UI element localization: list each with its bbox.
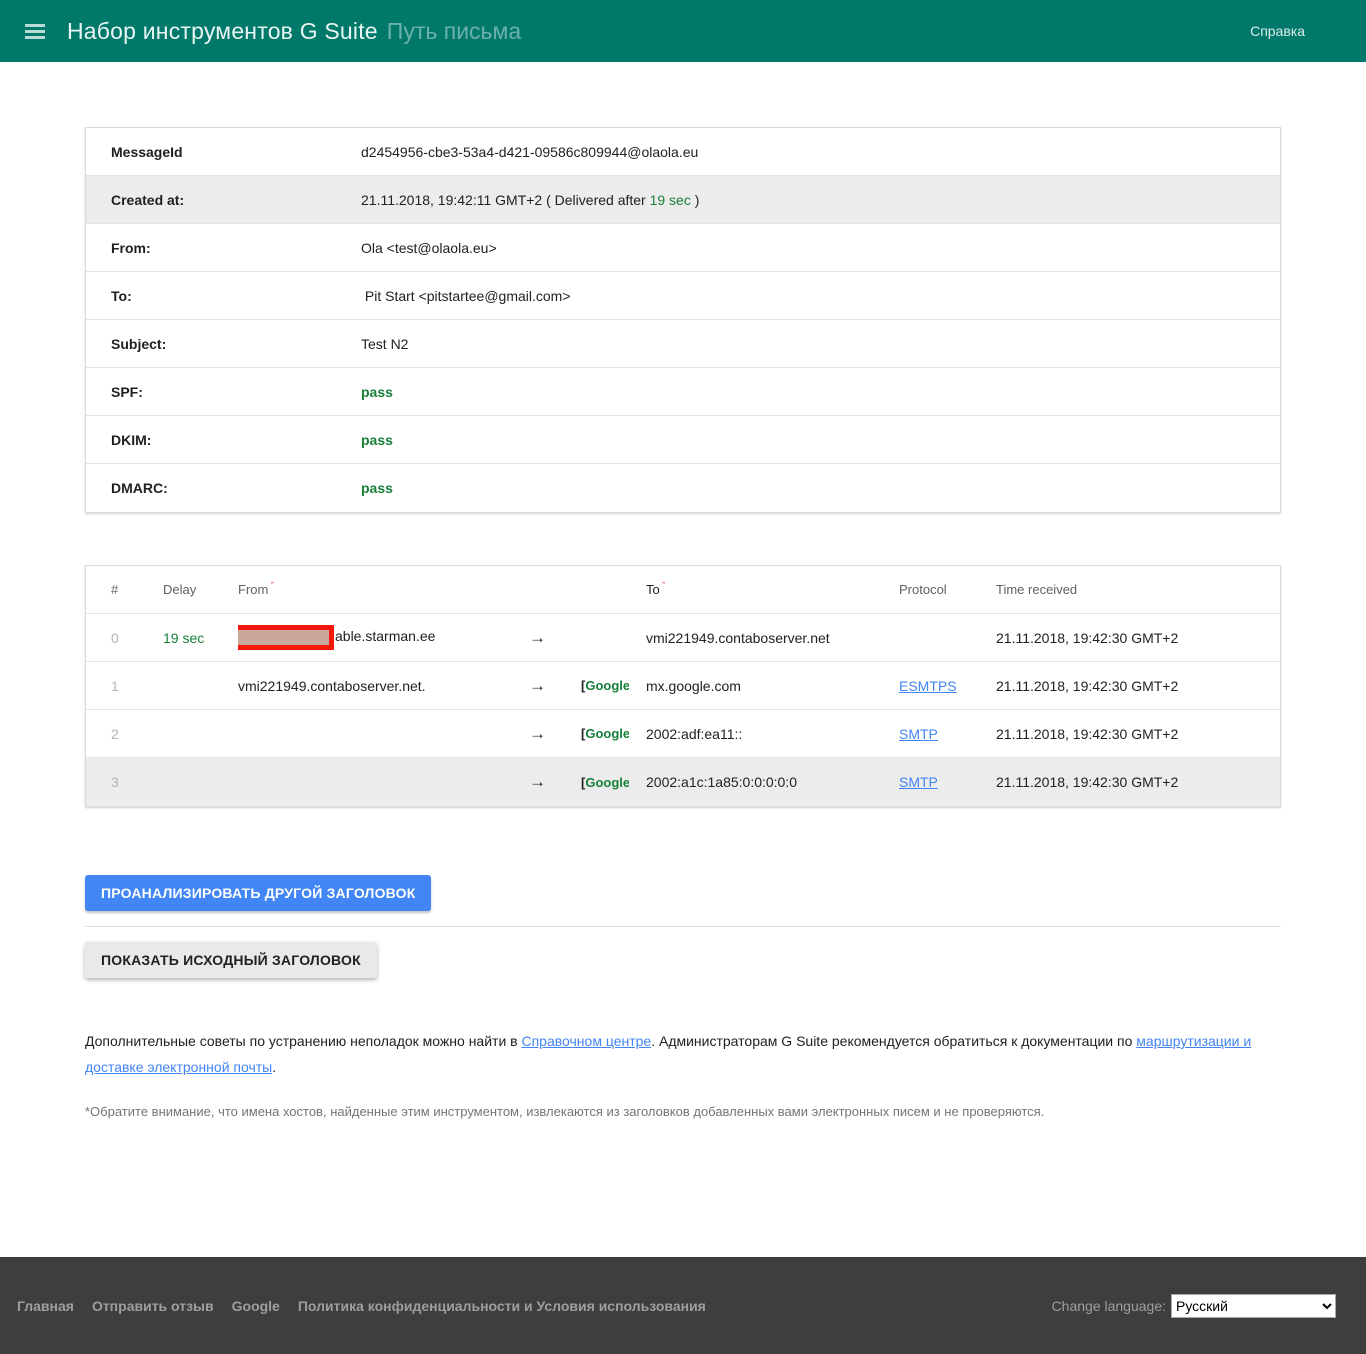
help-paragraph: Дополнительные советы по устранению непо… [85,1028,1281,1080]
protocol-link[interactable]: ESMTPS [899,678,957,694]
hop-num: 3 [86,774,163,790]
summary-row-from: From: Ola <test@olaola.eu> [86,224,1280,272]
hop-time: 21.11.2018, 19:42:30 GMT+2 [996,726,1280,742]
spf-status: pass [361,384,393,400]
hop-num: 2 [86,726,163,742]
col-header-from: From* [238,582,529,597]
hostnames-footnote: *Обратите внимание, что имена хостов, на… [85,1104,1281,1119]
google-tag: [Google] [581,775,629,790]
hop-time: 21.11.2018, 19:42:30 GMT+2 [996,774,1280,790]
redaction-box [238,625,334,650]
dkim-status: pass [361,432,393,448]
summary-value: Pit Start <pitstartee@gmail.com> [361,288,571,304]
page-footer: Главная Отправить отзыв Google Политика … [0,1257,1366,1354]
summary-label: MessageId [86,144,361,160]
arrow-icon: → [529,676,581,696]
protocol-link[interactable]: SMTP [899,774,938,790]
hop-row-0: 0 19 sec able.starman.ee → vmi221949.con… [86,614,1280,662]
arrow-icon: → [529,772,581,792]
protocol-link[interactable]: SMTP [899,726,938,742]
summary-row-dkim: DKIM: pass [86,416,1280,464]
menu-icon[interactable] [25,24,45,39]
arrow-icon: → [529,628,581,648]
created-at-text: 21.11.2018, 19:42:11 GMT+2 ( Delivered a… [361,192,650,208]
summary-row-dmarc: DMARC: pass [86,464,1280,512]
summary-label: DMARC: [86,480,361,496]
hop-time: 21.11.2018, 19:42:30 GMT+2 [996,630,1280,646]
hop-protocol: SMTP [899,774,996,790]
delivery-delay: 19 sec [650,192,691,208]
summary-row-subject: Subject: Test N2 [86,320,1280,368]
dmarc-status: pass [361,480,393,496]
arrow-icon: → [529,724,581,744]
hops-header-row: # Delay From* To* Protocol Time received [86,566,1280,614]
summary-label: SPF: [86,384,361,400]
language-select[interactable]: Русский [1171,1294,1336,1318]
col-header-delay: Delay [163,582,238,597]
summary-value: Ola <test@olaola.eu> [361,240,497,256]
hop-row-3: 3 → [Google] 2002:a1c:1a85:0:0:0:0:0 SMT… [86,758,1280,806]
summary-value: 21.11.2018, 19:42:11 GMT+2 ( Delivered a… [361,192,699,208]
google-tag: [Google] [581,726,629,741]
hop-delay: 19 sec [163,630,238,646]
asterisk: * [662,582,666,590]
hop-row-1: 1 vmi221949.contaboserver.net. → [Google… [86,662,1280,710]
footer-link-feedback[interactable]: Отправить отзыв [92,1298,214,1314]
summary-row-spf: SPF: pass [86,368,1280,416]
col-header-protocol: Protocol [899,582,996,597]
asterisk: * [270,582,274,590]
hop-to: mx.google.com [629,678,899,694]
page-title: Путь письма [387,18,521,45]
col-header-num: # [86,582,163,597]
change-language-label: Change language: [1052,1298,1166,1314]
summary-label: Subject: [86,336,361,352]
summary-row-messageid: MessageId d2454956-cbe3-53a4-d421-09586c… [86,128,1280,176]
hop-num: 1 [86,678,163,694]
hop-from: vmi221949.contaboserver.net. [238,678,529,694]
summary-label: From: [86,240,361,256]
summary-row-created-at: Created at: 21.11.2018, 19:42:11 GMT+2 (… [86,176,1280,224]
footer-link-privacy-terms[interactable]: Политика конфиденциальности и Условия ис… [298,1298,706,1314]
created-at-suffix: ) [691,192,700,208]
summary-value: Test N2 [361,336,408,352]
summary-value: d2454956-cbe3-53a4-d421-09586c809944@ola… [361,144,698,160]
summary-row-to: To: Pit Start <pitstartee@gmail.com> [86,272,1280,320]
footer-link-home[interactable]: Главная [17,1298,74,1314]
col-header-to: To* [629,582,899,597]
summary-label: DKIM: [86,432,361,448]
hop-to: 2002:a1c:1a85:0:0:0:0:0 [629,774,899,790]
hop-num: 0 [86,630,163,646]
analyze-another-header-button[interactable]: ПРОАНАЛИЗИРОВАТЬ ДРУГОЙ ЗАГОЛОВОК [85,875,431,911]
main-content: MessageId d2454956-cbe3-53a4-d421-09586c… [85,127,1281,1119]
google-tag: [Google] [581,678,629,693]
help-center-link[interactable]: Справочном центре [521,1033,651,1049]
hops-table: # Delay From* To* Protocol Time received… [85,565,1281,807]
app-title: Набор инструментов G Suite [67,18,378,45]
show-original-header-button[interactable]: ПОКАЗАТЬ ИСХОДНЫЙ ЗАГОЛОВОК [85,942,377,978]
hop-protocol: ESMTPS [899,678,996,694]
hop-from: able.starman.ee [238,625,529,650]
hop-row-2: 2 → [Google] 2002:adf:ea11:: SMTP 21.11.… [86,710,1280,758]
summary-label: Created at: [86,192,361,208]
summary-label: To: [86,288,361,304]
message-summary-table: MessageId d2454956-cbe3-53a4-d421-09586c… [85,127,1281,513]
help-link[interactable]: Справка [1250,23,1305,39]
hop-to: vmi221949.contaboserver.net [629,630,899,646]
footer-nav: Главная Отправить отзыв Google Политика … [17,1298,706,1314]
footer-link-google[interactable]: Google [232,1298,280,1314]
divider [85,926,1281,927]
hop-time: 21.11.2018, 19:42:30 GMT+2 [996,678,1280,694]
col-header-time: Time received [996,582,1280,597]
hop-to: 2002:adf:ea11:: [629,726,899,742]
app-bar: Набор инструментов G Suite Путь письма С… [0,0,1366,62]
hop-protocol: SMTP [899,726,996,742]
